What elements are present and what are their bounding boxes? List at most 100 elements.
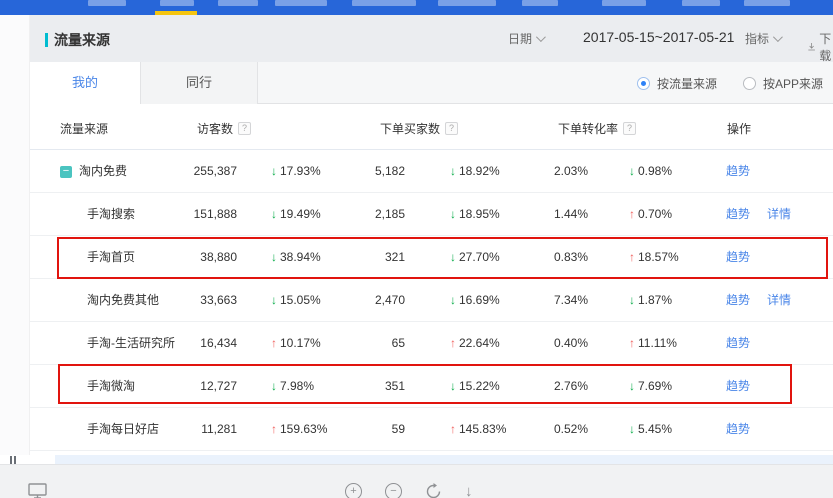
action-link-trend[interactable]: 趋势 (726, 250, 750, 264)
source-name: −手淘微淘 (87, 365, 135, 408)
buyers-value: 2,470 (330, 279, 405, 322)
trend-arrow-icon: ↓ (450, 250, 456, 264)
table-body: −淘内免费 255,387 ↓17.93% 5,182 ↓18.92% 2.03… (30, 150, 833, 451)
action-link-trend[interactable]: 趋势 (726, 293, 750, 307)
conversion-change: ↓7.69% (629, 365, 672, 408)
table-row[interactable]: −手淘微淘 12,727 ↓7.98% 351 ↓15.22% 2.76% ↓7… (30, 365, 833, 408)
collapse-icon[interactable]: − (60, 166, 72, 178)
chevron-down-icon (536, 32, 546, 42)
monitor-icon[interactable] (28, 483, 47, 498)
buyers-change: ↓18.92% (450, 150, 500, 193)
table-row[interactable]: −淘内免费 255,387 ↓17.93% 5,182 ↓18.92% 2.03… (30, 150, 833, 193)
trend-arrow-icon: ↑ (271, 422, 277, 436)
nav-item-fragment[interactable] (522, 0, 558, 6)
zoom-in-icon[interactable]: + (345, 483, 362, 498)
tab-mine[interactable]: 我的 (30, 62, 140, 105)
trend-arrow-icon: ↓ (629, 293, 635, 307)
help-icon[interactable]: ? (445, 122, 458, 135)
radio-by-traffic-source[interactable]: 按流量来源 (637, 75, 717, 92)
nav-item-fragment[interactable] (88, 0, 126, 6)
visitors-change: ↑159.63% (271, 408, 327, 451)
image-viewer-toolbar: + − ↓ (0, 464, 833, 498)
panel-footer-strip (55, 455, 833, 464)
table-row[interactable]: −手淘搜索 151,888 ↓19.49% 2,185 ↓18.95% 1.44… (30, 193, 833, 236)
source-name: −手淘首页 (87, 236, 135, 279)
nav-item-fragment[interactable] (438, 0, 496, 6)
nav-item-fragment[interactable] (744, 0, 790, 6)
action-link-trend[interactable]: 趋势 (726, 164, 750, 178)
conversion-value: 0.83% (514, 236, 588, 279)
trend-arrow-icon: ↓ (450, 164, 456, 178)
nav-item-fragment[interactable] (352, 0, 416, 6)
col-header-visitors: 访客数 ? (197, 120, 251, 137)
source-name: −手淘搜索 (87, 193, 135, 236)
page: 流量来源 日期 2017-05-15~2017-05-21 指标 下载 我的 同… (0, 0, 833, 498)
help-icon[interactable]: ? (238, 122, 251, 135)
nav-item-fragment[interactable] (218, 0, 258, 6)
help-icon[interactable]: ? (623, 122, 636, 135)
conversion-change: ↓1.87% (629, 279, 672, 322)
table-row[interactable]: −手淘-生活研究所 16,434 ↑10.17% 65 ↑22.64% 0.40… (30, 322, 833, 365)
trend-arrow-icon: ↑ (629, 336, 635, 350)
trend-arrow-icon: ↑ (629, 207, 635, 221)
action-link-trend[interactable]: 趋势 (726, 336, 750, 350)
nav-item-fragment[interactable] (160, 0, 194, 6)
download-icon (808, 41, 815, 53)
col-header-buyers: 下单买家数 ? (380, 120, 458, 137)
trend-arrow-icon: ↑ (450, 336, 456, 350)
action-link-detail[interactable]: 详情 (767, 293, 791, 307)
row-actions: 趋势 (726, 408, 767, 451)
action-link-trend[interactable]: 趋势 (726, 422, 750, 436)
buyers-change: ↓16.69% (450, 279, 500, 322)
conversion-value: 0.52% (514, 408, 588, 451)
trend-arrow-icon: ↓ (629, 164, 635, 178)
visitors-change: ↓38.94% (271, 236, 321, 279)
action-link-trend[interactable]: 趋势 (726, 379, 750, 393)
date-dropdown[interactable]: 日期 (508, 30, 543, 47)
trend-arrow-icon: ↑ (271, 336, 277, 350)
nav-item-fragment[interactable] (682, 0, 720, 6)
action-link-detail[interactable]: 详情 (767, 207, 791, 221)
conversion-change: ↓0.98% (629, 150, 672, 193)
metric-dropdown[interactable]: 指标 (745, 30, 780, 47)
trend-arrow-icon: ↓ (271, 379, 277, 393)
conversion-value: 2.76% (514, 365, 588, 408)
download-button[interactable]: 下载 (808, 30, 833, 64)
trend-arrow-icon: ↑ (450, 422, 456, 436)
buyers-value: 2,185 (330, 193, 405, 236)
table-row[interactable]: −淘内免费其他 33,663 ↓15.05% 2,470 ↓16.69% 7.3… (30, 279, 833, 322)
trend-arrow-icon: ↓ (450, 293, 456, 307)
source-name: −手淘每日好店 (87, 408, 159, 451)
action-link-trend[interactable]: 趋势 (726, 207, 750, 221)
trend-arrow-icon: ↑ (629, 250, 635, 264)
table-header: 流量来源 访客数 ? 下单买家数 ? 下单转化率 ? 操作 (30, 104, 833, 150)
visitors-change: ↓17.93% (271, 150, 321, 193)
conversion-value: 0.40% (514, 322, 588, 365)
buyers-change: ↓15.22% (450, 365, 500, 408)
buyers-change: ↑22.64% (450, 322, 500, 365)
radio-by-app-source[interactable]: 按APP来源 (743, 75, 823, 92)
visitors-value: 16,434 (150, 322, 237, 365)
buyers-value: 59 (330, 408, 405, 451)
visitors-change: ↑10.17% (271, 322, 321, 365)
rotate-icon[interactable] (425, 483, 442, 498)
row-actions: 趋势 详情 (726, 193, 808, 236)
nav-item-fragment[interactable] (602, 0, 646, 6)
row-actions: 趋势 (726, 150, 767, 193)
conversion-change: ↑0.70% (629, 193, 672, 236)
conversion-change: ↓5.45% (629, 408, 672, 451)
nav-item-fragment[interactable] (275, 0, 327, 6)
zoom-out-icon[interactable]: − (385, 483, 402, 498)
panel-header: 流量来源 日期 2017-05-15~2017-05-21 指标 下载 (30, 15, 833, 62)
left-gutter (0, 15, 30, 455)
row-actions: 趋势 (726, 365, 767, 408)
date-range-value[interactable]: 2017-05-15~2017-05-21 (583, 29, 734, 45)
view-mode-radio-group: 按流量来源 按APP来源 (637, 62, 823, 104)
download-image-icon[interactable]: ↓ (465, 483, 473, 498)
col-header-actions: 操作 (727, 120, 751, 137)
table-row[interactable]: −手淘首页 38,880 ↓38.94% 321 ↓27.70% 0.83% ↑… (30, 236, 833, 279)
table-row[interactable]: −手淘每日好店 11,281 ↑159.63% 59 ↑145.83% 0.52… (30, 408, 833, 451)
screen-artifact (10, 456, 18, 464)
trend-arrow-icon: ↓ (271, 164, 277, 178)
tab-peers[interactable]: 同行 (140, 62, 258, 104)
